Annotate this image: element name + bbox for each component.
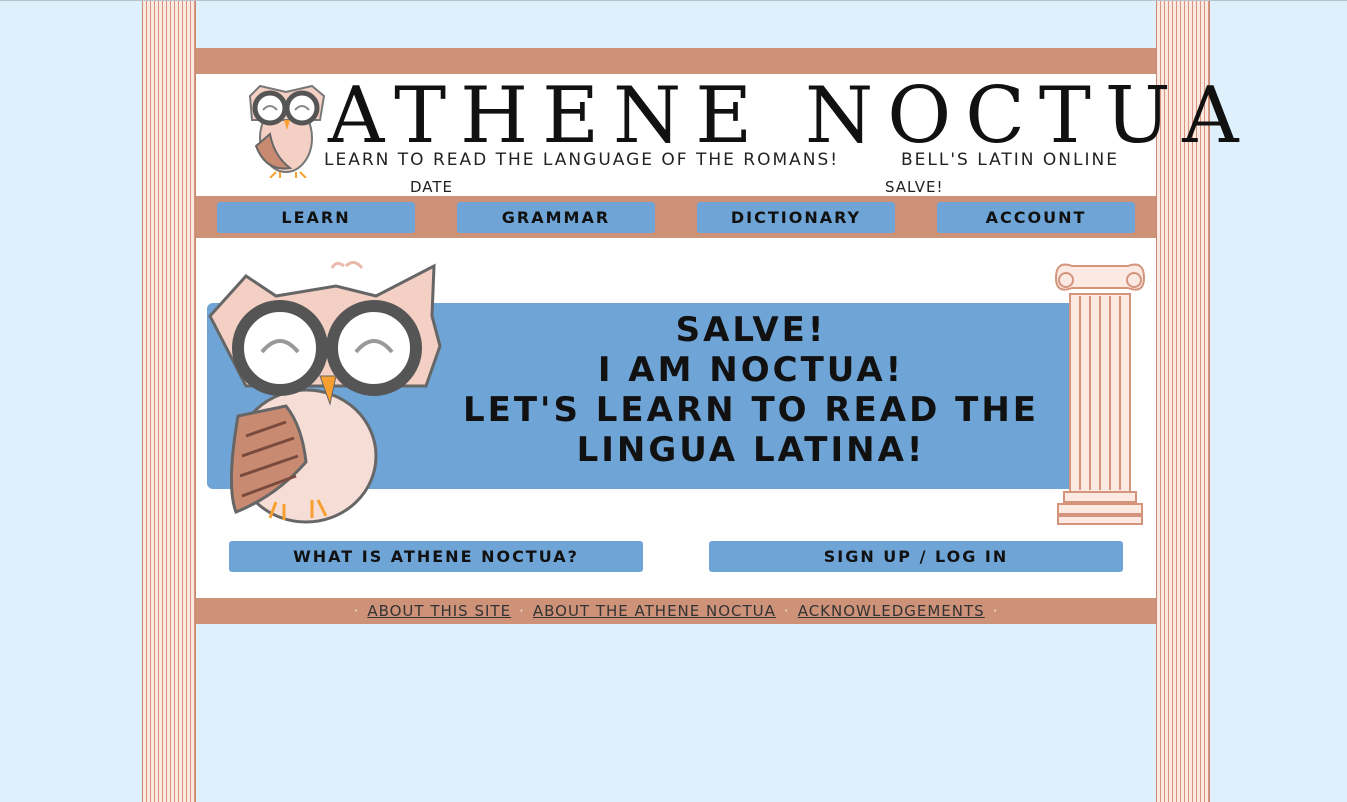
signup-login-button[interactable]: SIGN UP / LOG IN	[709, 541, 1123, 572]
footer-separator: ·	[519, 602, 525, 620]
welcome-banner-text: SALVE! I AM NOCTUA! LET'S LEARN TO READ …	[426, 310, 1076, 470]
banner-line-2: I AM NOCTUA!	[597, 350, 905, 390]
ionic-column-icon	[1054, 263, 1146, 525]
nav-dictionary-button[interactable]: DICTIONARY	[697, 202, 895, 233]
main-nav: LEARN GRAMMAR DICTIONARY ACCOUNT	[196, 196, 1156, 238]
left-column-pillar	[142, 1, 196, 802]
footer-link-acknowledgements[interactable]: ACKNOWLEDGEMENTS	[798, 602, 985, 620]
footer-separator: ·	[353, 602, 360, 620]
banner-line-4: LINGUA LATINA!	[576, 430, 926, 470]
site-title: ATHENE NOCTUA	[328, 71, 1253, 161]
footer-separator: ·	[783, 602, 790, 620]
site-footer: · ABOUT THIS SITE · ABOUT THE ATHENE NOC…	[196, 598, 1156, 624]
nav-account-button[interactable]: ACCOUNT	[937, 202, 1135, 233]
banner-line-3: LET'S LEARN TO READ THE	[462, 390, 1040, 430]
main-content: SALVE! I AM NOCTUA! LET'S LEARN TO READ …	[196, 238, 1156, 598]
footer-link-about-noctua[interactable]: ABOUT THE ATHENE NOCTUA	[533, 602, 776, 620]
footer-separator: ·	[992, 602, 999, 620]
greeting-label: SALVE!	[885, 178, 944, 196]
what-is-button[interactable]: WHAT IS ATHENE NOCTUA?	[229, 541, 643, 572]
footer-link-about-site[interactable]: ABOUT THIS SITE	[367, 602, 511, 620]
owl-mascot-icon	[208, 261, 442, 524]
date-label: DATE	[410, 178, 454, 196]
nav-learn-button[interactable]: LEARN	[217, 202, 415, 233]
site-subtitle: BELL'S LATIN ONLINE	[901, 150, 1119, 170]
owl-logo-icon[interactable]	[240, 76, 332, 178]
banner-line-1: SALVE!	[675, 310, 827, 350]
page-container: ATHENE NOCTUA LEARN TO READ THE LANGUAGE…	[196, 48, 1239, 624]
site-tagline: LEARN TO READ THE LANGUAGE OF THE ROMANS…	[324, 150, 840, 170]
nav-grammar-button[interactable]: GRAMMAR	[457, 202, 655, 233]
site-header: ATHENE NOCTUA LEARN TO READ THE LANGUAGE…	[196, 74, 1239, 196]
